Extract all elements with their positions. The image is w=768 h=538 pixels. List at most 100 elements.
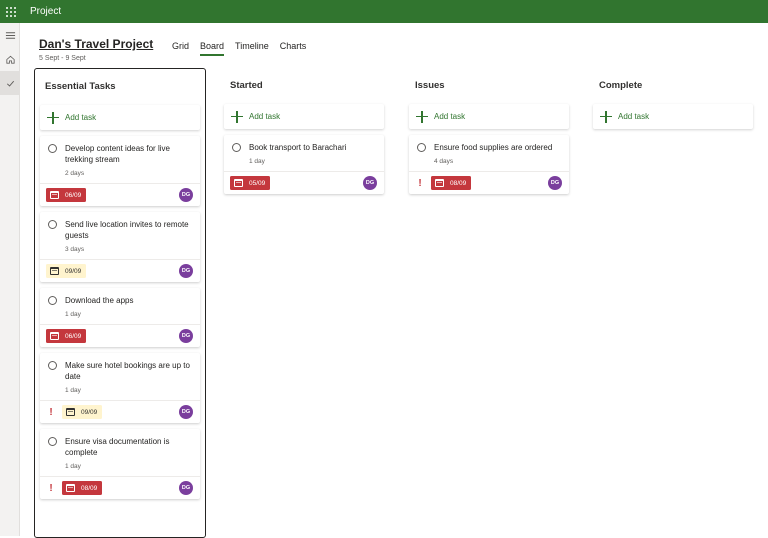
plus-icon [600, 110, 612, 123]
task-duration: 1 day [65, 387, 81, 394]
task-card[interactable]: Send live location invites to remote gue… [40, 212, 200, 282]
add-task-button[interactable]: Add task [409, 104, 569, 129]
bucket-started: Started Add task Book transport to Barac… [222, 68, 384, 194]
add-task-button[interactable]: Add task [593, 104, 753, 129]
tab-charts[interactable]: Charts [280, 41, 307, 56]
assignee-avatar[interactable]: DG [363, 176, 377, 190]
task-title[interactable]: Ensure food supplies are ordered [434, 142, 552, 153]
due-date: 08/09 [450, 179, 467, 187]
complete-task-checkbox[interactable] [48, 437, 57, 446]
project-header: Dan's Travel Project 5 Sept - 9 Sept [39, 37, 153, 62]
task-card-footer: 06/09 DG [40, 183, 200, 206]
calendar-icon [66, 484, 75, 492]
task-duration: 1 day [65, 463, 81, 470]
task-title[interactable]: Ensure visa documentation is complete [65, 436, 194, 458]
complete-task-checkbox[interactable] [48, 220, 57, 229]
app-title: Project [30, 6, 62, 17]
app-launcher-icon[interactable] [1, 2, 21, 22]
plus-icon [47, 111, 59, 124]
view-tabs: Grid Board Timeline Charts [172, 41, 317, 56]
due-date: 09/09 [81, 408, 98, 416]
task-card[interactable]: Make sure hotel bookings are up to date 1… [40, 353, 200, 423]
task-card-header: Make sure hotel bookings are up to date [40, 353, 200, 382]
complete-task-checkbox[interactable] [48, 144, 57, 153]
tab-board[interactable]: Board [200, 41, 225, 56]
bucket-essential-tasks: Essential Tasks Add task Develop content… [34, 68, 206, 538]
task-card-footer: ! 08/09 DG [409, 171, 569, 194]
bucket-title[interactable]: Complete [599, 80, 753, 96]
urgent-priority-icon: ! [49, 406, 53, 418]
task-card[interactable]: Ensure food supplies are ordered 4 days! 0… [409, 135, 569, 194]
tab-timeline[interactable]: Timeline [235, 41, 269, 56]
due-date: 06/09 [65, 332, 82, 340]
task-card-footer: 09/09 DG [40, 259, 200, 282]
task-card-header: Ensure food supplies are ordered [409, 135, 569, 153]
due-date-badge[interactable]: 06/09 [46, 188, 87, 202]
plus-icon [231, 110, 243, 123]
complete-task-checkbox[interactable] [48, 361, 57, 370]
task-title[interactable]: Download the apps [65, 295, 134, 306]
due-date-badge[interactable]: 09/09 [62, 405, 103, 419]
calendar-icon [50, 191, 59, 199]
task-card-footer: ! 09/09 DG [40, 400, 200, 423]
left-rail [0, 23, 20, 536]
bucket-title[interactable]: Started [230, 80, 384, 96]
assignee-avatar[interactable]: DG [548, 176, 562, 190]
project-name[interactable]: Dan's Travel Project [39, 37, 153, 51]
add-task-label: Add task [65, 113, 97, 122]
assignee-avatar[interactable]: DG [179, 188, 193, 202]
task-title[interactable]: Develop content ideas for live trekking … [65, 143, 194, 165]
task-card[interactable]: Download the apps 1 day 06/09 DG [40, 288, 200, 347]
task-title[interactable]: Send live location invites to remote gue… [65, 219, 194, 241]
calendar-icon [435, 179, 444, 187]
task-duration: 4 days [434, 158, 454, 165]
complete-task-checkbox[interactable] [417, 143, 426, 152]
task-card-header: Develop content ideas for live trekking … [40, 136, 200, 165]
calendar-icon [234, 179, 243, 187]
home-icon[interactable] [0, 47, 20, 71]
assignee-avatar[interactable]: DG [179, 264, 193, 278]
due-date-badge[interactable]: 08/09 [62, 481, 103, 495]
tab-grid[interactable]: Grid [172, 41, 189, 56]
assignee-avatar[interactable]: DG [179, 481, 193, 495]
task-card-header: Book transport to Barachari [224, 135, 384, 153]
urgent-priority-icon: ! [418, 177, 422, 189]
task-card-header: Download the apps [40, 288, 200, 306]
complete-task-checkbox[interactable] [232, 143, 241, 152]
menu-icon[interactable] [0, 23, 20, 47]
project-dates: 5 Sept - 9 Sept [39, 55, 86, 62]
due-date-badge[interactable]: 06/09 [46, 329, 87, 343]
due-date: 06/09 [65, 191, 82, 199]
plus-icon [416, 110, 428, 123]
task-card[interactable]: Develop content ideas for live trekking … [40, 136, 200, 206]
task-title[interactable]: Book transport to Barachari [249, 142, 346, 153]
task-card-footer: ! 08/09 DG [40, 476, 200, 499]
urgent-priority-icon: ! [49, 482, 53, 494]
assignee-avatar[interactable]: DG [179, 405, 193, 419]
bucket-title[interactable]: Issues [415, 80, 569, 96]
add-task-label: Add task [618, 112, 650, 121]
task-card-footer: 05/09 DG [224, 171, 384, 194]
task-title[interactable]: Make sure hotel bookings are up to date [65, 360, 194, 382]
due-date: 09/09 [65, 267, 82, 275]
bucket-title[interactable]: Essential Tasks [45, 81, 205, 97]
bucket-issues: Issues Add task Ensure food supplies are… [407, 68, 569, 194]
assignee-avatar[interactable]: DG [179, 329, 193, 343]
task-card[interactable]: Book transport to Barachari 1 day 05/09 DG [224, 135, 384, 194]
task-duration: 3 days [65, 246, 85, 253]
add-task-button[interactable]: Add task [40, 105, 200, 130]
complete-task-checkbox[interactable] [48, 296, 57, 305]
add-task-button[interactable]: Add task [224, 104, 384, 129]
due-date: 05/09 [249, 179, 266, 187]
my-tasks-check-icon[interactable] [0, 71, 20, 95]
due-date-badge[interactable]: 05/09 [230, 176, 271, 190]
app-header: Project [0, 0, 768, 23]
calendar-icon [50, 332, 59, 340]
task-card-header: Ensure visa documentation is complete [40, 429, 200, 458]
due-date-badge[interactable]: 08/09 [431, 176, 472, 190]
due-date-badge[interactable]: 09/09 [46, 264, 87, 278]
task-duration: 1 day [65, 311, 81, 318]
task-duration: 1 day [249, 158, 265, 165]
task-card[interactable]: Ensure visa documentation is complete 1 d… [40, 429, 200, 499]
calendar-icon [50, 267, 59, 275]
